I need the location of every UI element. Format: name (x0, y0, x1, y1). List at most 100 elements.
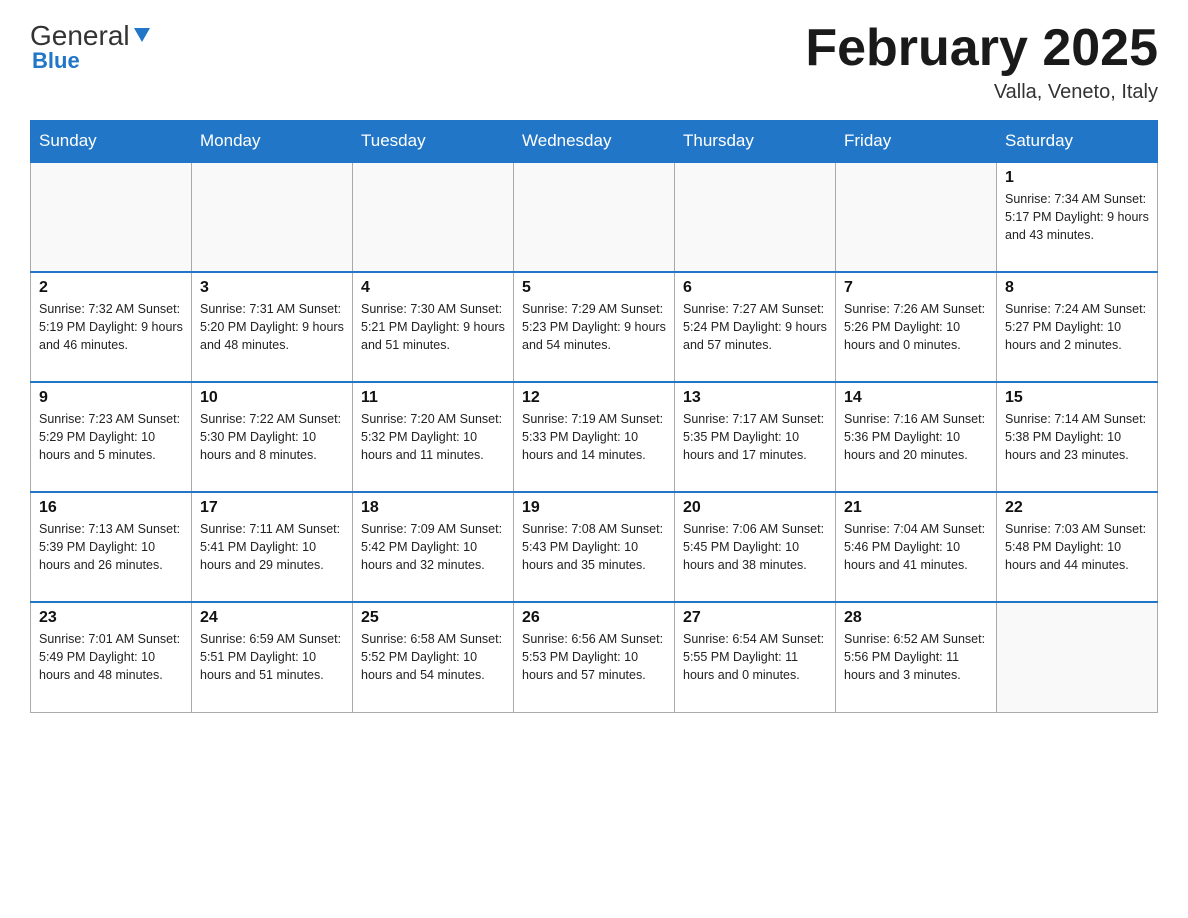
calendar-week-row: 16Sunrise: 7:13 AM Sunset: 5:39 PM Dayli… (31, 492, 1158, 602)
month-title: February 2025 (805, 20, 1158, 77)
day-info: Sunrise: 6:54 AM Sunset: 5:55 PM Dayligh… (683, 630, 827, 684)
day-info: Sunrise: 7:04 AM Sunset: 5:46 PM Dayligh… (844, 520, 988, 574)
calendar-cell (997, 602, 1158, 712)
day-info: Sunrise: 7:09 AM Sunset: 5:42 PM Dayligh… (361, 520, 505, 574)
day-of-week-header: Sunday (31, 121, 192, 163)
calendar-cell: 5 Sunrise: 7:29 AM Sunset: 5:23 PM Daylig… (514, 272, 675, 382)
day-number: 4 (361, 279, 505, 297)
calendar-cell (836, 162, 997, 272)
day-info: Sunrise: 7:13 AM Sunset: 5:39 PM Dayligh… (39, 520, 183, 574)
day-number: 15 (1005, 389, 1149, 407)
day-info: Sunrise: 7:24 AM Sunset: 5:27 PM Dayligh… (1005, 300, 1149, 354)
calendar-cell: 4 Sunrise: 7:30 AM Sunset: 5:21 PM Daylig… (353, 272, 514, 382)
calendar-cell: 8 Sunrise: 7:24 AM Sunset: 5:27 PM Daylig… (997, 272, 1158, 382)
calendar-cell: 16Sunrise: 7:13 AM Sunset: 5:39 PM Dayli… (31, 492, 192, 602)
day-number: 13 (683, 389, 827, 407)
day-number: 8 (1005, 279, 1149, 297)
day-info: Sunrise: 7:14 AM Sunset: 5:38 PM Dayligh… (1005, 410, 1149, 464)
day-info: Sunrise: 6:56 AM Sunset: 5:53 PM Dayligh… (522, 630, 666, 684)
day-number: 11 (361, 389, 505, 407)
day-number: 6 (683, 279, 827, 297)
day-of-week-header: Monday (192, 121, 353, 163)
calendar-cell: 2 Sunrise: 7:32 AM Sunset: 5:19 PM Daylig… (31, 272, 192, 382)
calendar-cell: 20 Sunrise: 7:06 AM Sunset: 5:45 PM Dayli… (675, 492, 836, 602)
calendar-cell: 15 Sunrise: 7:14 AM Sunset: 5:38 PM Dayli… (997, 382, 1158, 492)
calendar-cell: 23Sunrise: 7:01 AM Sunset: 5:49 PM Dayli… (31, 602, 192, 712)
day-of-week-header: Wednesday (514, 121, 675, 163)
calendar-cell (675, 162, 836, 272)
calendar-cell: 27 Sunrise: 6:54 AM Sunset: 5:55 PM Dayli… (675, 602, 836, 712)
day-info: Sunrise: 7:17 AM Sunset: 5:35 PM Dayligh… (683, 410, 827, 464)
logo-arrow-icon (132, 26, 152, 46)
day-number: 17 (200, 499, 344, 517)
day-number: 25 (361, 609, 505, 627)
day-number: 23 (39, 609, 183, 627)
day-number: 20 (683, 499, 827, 517)
calendar-cell: 22 Sunrise: 7:03 AM Sunset: 5:48 PM Dayli… (997, 492, 1158, 602)
page-header: General Blue February 2025 Valla, Veneto… (30, 20, 1158, 104)
day-info: Sunrise: 6:58 AM Sunset: 5:52 PM Dayligh… (361, 630, 505, 684)
logo: General Blue (30, 20, 152, 74)
day-info: Sunrise: 7:27 AM Sunset: 5:24 PM Dayligh… (683, 300, 827, 354)
day-info: Sunrise: 7:29 AM Sunset: 5:23 PM Dayligh… (522, 300, 666, 354)
day-number: 18 (361, 499, 505, 517)
day-of-week-header: Saturday (997, 121, 1158, 163)
calendar-cell: 10Sunrise: 7:22 AM Sunset: 5:30 PM Dayli… (192, 382, 353, 492)
calendar-week-row: 2 Sunrise: 7:32 AM Sunset: 5:19 PM Daylig… (31, 272, 1158, 382)
day-info: Sunrise: 7:31 AM Sunset: 5:20 PM Dayligh… (200, 300, 344, 354)
day-number: 21 (844, 499, 988, 517)
day-info: Sunrise: 7:26 AM Sunset: 5:26 PM Dayligh… (844, 300, 988, 354)
day-info: Sunrise: 7:32 AM Sunset: 5:19 PM Dayligh… (39, 300, 183, 354)
calendar-cell: 21 Sunrise: 7:04 AM Sunset: 5:46 PM Dayli… (836, 492, 997, 602)
logo-blue-text: Blue (32, 48, 80, 74)
day-number: 7 (844, 279, 988, 297)
day-info: Sunrise: 7:19 AM Sunset: 5:33 PM Dayligh… (522, 410, 666, 464)
calendar-cell: 26 Sunrise: 6:56 AM Sunset: 5:53 PM Dayli… (514, 602, 675, 712)
calendar-cell: 13 Sunrise: 7:17 AM Sunset: 5:35 PM Dayli… (675, 382, 836, 492)
location-subtitle: Valla, Veneto, Italy (805, 81, 1158, 104)
calendar-cell: 9Sunrise: 7:23 AM Sunset: 5:29 PM Daylig… (31, 382, 192, 492)
day-info: Sunrise: 7:06 AM Sunset: 5:45 PM Dayligh… (683, 520, 827, 574)
day-of-week-header: Tuesday (353, 121, 514, 163)
day-number: 19 (522, 499, 666, 517)
day-info: Sunrise: 7:08 AM Sunset: 5:43 PM Dayligh… (522, 520, 666, 574)
day-info: Sunrise: 7:20 AM Sunset: 5:32 PM Dayligh… (361, 410, 505, 464)
calendar-table: SundayMondayTuesdayWednesdayThursdayFrid… (30, 120, 1158, 713)
calendar-cell: 24Sunrise: 6:59 AM Sunset: 5:51 PM Dayli… (192, 602, 353, 712)
day-info: Sunrise: 6:52 AM Sunset: 5:56 PM Dayligh… (844, 630, 988, 684)
day-number: 27 (683, 609, 827, 627)
calendar-cell: 28 Sunrise: 6:52 AM Sunset: 5:56 PM Dayli… (836, 602, 997, 712)
calendar-week-row: 9Sunrise: 7:23 AM Sunset: 5:29 PM Daylig… (31, 382, 1158, 492)
calendar-cell (31, 162, 192, 272)
calendar-cell: 25 Sunrise: 6:58 AM Sunset: 5:52 PM Dayli… (353, 602, 514, 712)
calendar-cell: 1Sunrise: 7:34 AM Sunset: 5:17 PM Daylig… (997, 162, 1158, 272)
day-number: 1 (1005, 169, 1149, 187)
calendar-cell: 3 Sunrise: 7:31 AM Sunset: 5:20 PM Daylig… (192, 272, 353, 382)
calendar-cell: 19 Sunrise: 7:08 AM Sunset: 5:43 PM Dayli… (514, 492, 675, 602)
day-number: 28 (844, 609, 988, 627)
calendar-cell: 18 Sunrise: 7:09 AM Sunset: 5:42 PM Dayli… (353, 492, 514, 602)
calendar-cell: 14 Sunrise: 7:16 AM Sunset: 5:36 PM Dayli… (836, 382, 997, 492)
day-number: 2 (39, 279, 183, 297)
calendar-week-row: 1Sunrise: 7:34 AM Sunset: 5:17 PM Daylig… (31, 162, 1158, 272)
day-number: 12 (522, 389, 666, 407)
calendar-cell: 11 Sunrise: 7:20 AM Sunset: 5:32 PM Dayli… (353, 382, 514, 492)
day-info: Sunrise: 7:22 AM Sunset: 5:30 PM Dayligh… (200, 410, 344, 464)
day-info: Sunrise: 7:30 AM Sunset: 5:21 PM Dayligh… (361, 300, 505, 354)
day-info: Sunrise: 7:03 AM Sunset: 5:48 PM Dayligh… (1005, 520, 1149, 574)
day-number: 26 (522, 609, 666, 627)
calendar-week-row: 23Sunrise: 7:01 AM Sunset: 5:49 PM Dayli… (31, 602, 1158, 712)
day-info: Sunrise: 7:16 AM Sunset: 5:36 PM Dayligh… (844, 410, 988, 464)
day-number: 14 (844, 389, 988, 407)
calendar-cell: 12 Sunrise: 7:19 AM Sunset: 5:33 PM Dayli… (514, 382, 675, 492)
day-of-week-header: Friday (836, 121, 997, 163)
day-number: 22 (1005, 499, 1149, 517)
calendar-cell (192, 162, 353, 272)
day-number: 24 (200, 609, 344, 627)
calendar-cell: 7 Sunrise: 7:26 AM Sunset: 5:26 PM Daylig… (836, 272, 997, 382)
day-number: 3 (200, 279, 344, 297)
day-number: 5 (522, 279, 666, 297)
calendar-cell (353, 162, 514, 272)
day-of-week-header: Thursday (675, 121, 836, 163)
day-info: Sunrise: 7:11 AM Sunset: 5:41 PM Dayligh… (200, 520, 344, 574)
